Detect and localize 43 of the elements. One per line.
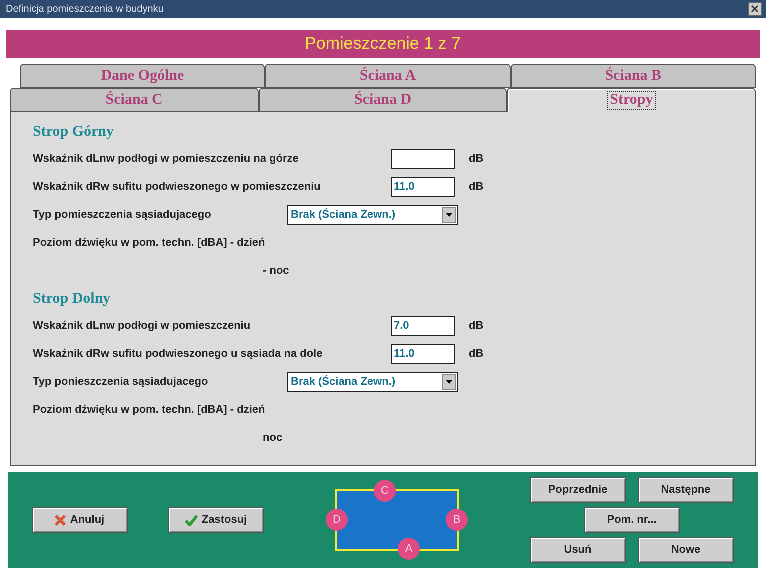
nav-button[interactable]: Następne [638,477,734,503]
field-label: - noc [263,265,290,277]
field-label: Poziom dźwięku w pom. techn. [dBA] - dzień [33,237,266,249]
unit-label: dB [469,348,484,360]
window-title: Definicja pomieszczenia w budynku [6,4,164,14]
cancel-button[interactable]: Anuluj [32,507,128,533]
close-button[interactable] [748,2,762,16]
close-icon [751,5,759,13]
field-label: noc [263,432,283,444]
input-field[interactable] [391,149,455,169]
section-heading: Strop Górny [33,124,115,141]
nav-button[interactable]: Nowe [638,537,734,563]
nav-button[interactable]: Pom. nr... [584,507,680,533]
field-label: Wskaźnik dRw sufitu podwieszonego u sąsiada na dole [33,348,324,360]
field-label: Wskaźnik dRw sufitu podwieszonego w pomieszczeniu [33,181,322,193]
dropdown-arrow-icon [446,380,452,384]
tab[interactable]: Dane Ogólne [20,64,266,88]
unit-label: dB [469,320,484,332]
nav-button[interactable]: Poprzednie [530,477,626,503]
unit-label: dB [469,181,484,193]
check-icon [184,514,198,526]
unit-label: dB [469,153,484,165]
field-label: Wskaźnik dLnw podłogi w pomieszczeniu na górze [33,153,300,165]
apply-button[interactable]: Zastosuj [168,507,264,533]
field-label: Wskaźnik dLnw podłogi w pomieszczeniu [33,320,252,332]
tab[interactable]: Stropy [507,88,756,112]
input-field[interactable]: 11.0 [391,344,455,364]
dropdown[interactable]: Brak (Ściana Zewn.) [287,372,458,392]
field-label: Typ pomieszczenia sąsiadujacego [33,209,212,221]
input-field[interactable]: 7.0 [391,316,455,336]
tab[interactable]: Ściana D [258,88,508,112]
tab[interactable]: Ściana B [510,64,756,88]
field-label: Poziom dźwięku w pom. techn. [dBA] - dzień [33,404,266,416]
dropdown[interactable]: Brak (Ściana Zewn.) [287,205,458,225]
section-heading: Strop Dolny [33,291,112,308]
field-label: Typ ponieszczenia sąsiadujacego [33,376,210,388]
room-banner: Pomieszczenie 1 z 7 [6,30,760,58]
nav-button[interactable]: Usuń [530,537,626,563]
close-icon [55,514,66,526]
dropdown-arrow-icon [446,213,452,217]
tab[interactable]: Ściana C [10,88,259,112]
tab[interactable]: Ściana A [265,64,511,88]
input-field[interactable]: 11.0 [391,177,455,197]
